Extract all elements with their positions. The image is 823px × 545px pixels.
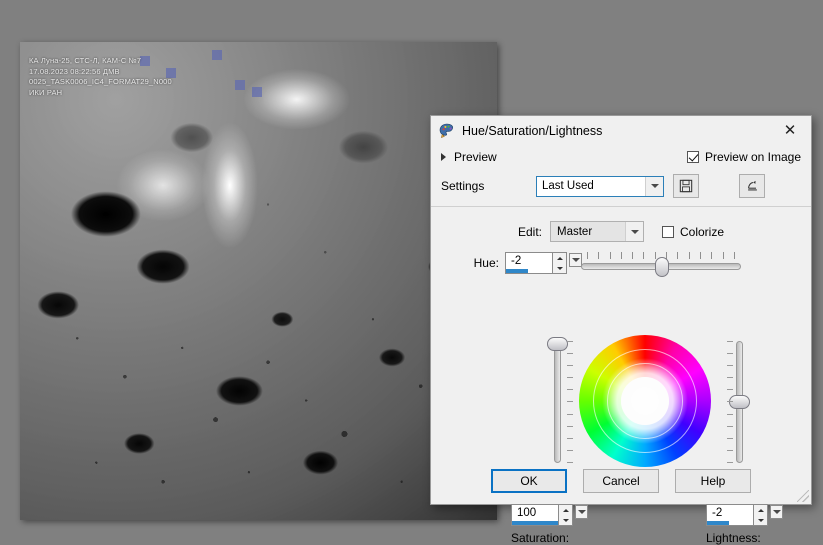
image-artifact-square — [252, 87, 262, 97]
hue-label: Hue: — [473, 256, 499, 270]
checkbox-check-icon — [686, 151, 699, 163]
color-wheel-ring — [593, 349, 697, 453]
saturation-stepper-down[interactable] — [559, 515, 572, 525]
dialog-body: Edit: Master Colorize Hue: -2 100 Satura… — [431, 207, 811, 545]
settings-label: Settings — [441, 179, 485, 193]
close-icon[interactable]: ✕ — [769, 117, 811, 145]
settings-preset-select[interactable]: Last Used — [536, 175, 664, 197]
saturation-stepper[interactable] — [559, 504, 573, 526]
image-artifact-square — [235, 80, 245, 90]
telemetry-overlay-text: КА Луна-25, СТС-Л, КАМ-С №7 17.08.2023 0… — [29, 56, 172, 97]
settings-row: Settings Last Used — [431, 169, 811, 203]
lightness-stepper-down[interactable] — [754, 515, 767, 525]
lightness-dropdown-button[interactable] — [770, 505, 783, 519]
saturation-slider-ticks — [567, 341, 573, 463]
floppy-disk-icon — [679, 179, 693, 193]
settings-preset-value: Last Used — [542, 180, 594, 192]
saturation-slider[interactable] — [539, 337, 579, 467]
hue-value: -2 — [511, 255, 522, 267]
image-artifact-square — [212, 50, 222, 60]
preview-on-image-label: Preview on Image — [704, 150, 801, 164]
edit-row: Edit: Master Colorize — [431, 221, 811, 242]
image-document-window[interactable]: КА Луна-25, СТС-Л, КАМ-С №7 17.08.2023 0… — [20, 42, 497, 520]
lightness-stepper[interactable] — [754, 504, 768, 526]
colorize-label: Colorize — [680, 224, 725, 239]
color-wheel-ring — [621, 377, 669, 425]
checkbox-box-icon — [662, 225, 674, 238]
hue-value-fill — [506, 269, 529, 273]
saturation-input-wrap[interactable]: 100 — [511, 504, 588, 526]
hue-slider-track[interactable] — [581, 257, 741, 277]
lunar-surface-speckle — [20, 42, 497, 520]
hue-row: Hue: -2 — [431, 252, 811, 277]
edit-channel-value: Master — [557, 225, 593, 238]
hue-stepper-up[interactable] — [553, 253, 566, 263]
lightness-field-group: -2 Lightness: — [706, 504, 783, 545]
reset-stamp-icon — [747, 180, 757, 191]
hue-field-group[interactable]: -2 — [505, 252, 582, 274]
dialog-titlebar[interactable]: Hue/Saturation/Lightness ✕ — [431, 116, 811, 145]
dialog-button-bar: OK Cancel Help — [431, 469, 811, 493]
color-wheel-ring — [607, 363, 683, 439]
lightness-value-fill — [707, 521, 730, 525]
saturation-input[interactable]: 100 — [511, 504, 559, 526]
hue-slider[interactable] — [581, 252, 741, 277]
dialog-title: Hue/Saturation/Lightness — [462, 123, 603, 138]
colorize-checkbox[interactable]: Colorize — [662, 225, 724, 239]
reset-preset-button[interactable] — [739, 174, 765, 198]
preview-expander[interactable]: Preview — [441, 150, 497, 164]
saturation-field-group: 100 Saturation: — [511, 504, 588, 545]
edit-label: Edit: — [517, 224, 542, 239]
saturation-value-fill — [512, 521, 558, 525]
color-wheel[interactable] — [579, 335, 711, 467]
lightness-slider[interactable] — [721, 337, 761, 467]
saturation-dropdown-button[interactable] — [575, 505, 588, 519]
lightness-input-wrap[interactable]: -2 — [706, 504, 783, 526]
hue-input[interactable]: -2 — [505, 252, 553, 274]
chevron-down-icon — [625, 222, 643, 241]
chevron-down-icon — [645, 176, 663, 196]
hue-stepper-down[interactable] — [553, 263, 566, 273]
lightness-input[interactable]: -2 — [706, 504, 754, 526]
preview-row: Preview Preview on Image — [431, 145, 811, 169]
hue-saturation-lightness-dialog[interactable]: Hue/Saturation/Lightness ✕ Preview Previ… — [430, 115, 812, 545]
cancel-button[interactable]: Cancel — [583, 469, 659, 493]
preview-on-image-checkbox[interactable]: Preview on Image — [686, 150, 801, 164]
palette-icon — [439, 123, 454, 138]
resize-grip-icon[interactable] — [797, 490, 809, 502]
lightness-label: Lightness: — [706, 531, 761, 545]
lightness-slider-ticks — [727, 341, 733, 463]
saturation-slider-track[interactable] — [554, 341, 561, 463]
ok-button[interactable]: OK — [491, 469, 567, 493]
hue-stepper[interactable] — [553, 252, 567, 274]
hue-slider-thumb[interactable] — [654, 257, 669, 277]
lightness-value: -2 — [712, 507, 723, 519]
saturation-slider-thumb[interactable] — [547, 337, 568, 351]
triangle-right-icon — [441, 153, 446, 161]
preview-label: Preview — [454, 150, 497, 164]
color-wheel-center — [621, 377, 669, 425]
save-preset-button[interactable] — [673, 174, 699, 198]
saturation-value: 100 — [517, 507, 537, 519]
help-button[interactable]: Help — [675, 469, 751, 493]
edit-channel-select[interactable]: Master — [550, 221, 644, 242]
saturation-label: Saturation: — [511, 531, 570, 545]
lightness-stepper-up[interactable] — [754, 505, 767, 515]
saturation-stepper-up[interactable] — [559, 505, 572, 515]
